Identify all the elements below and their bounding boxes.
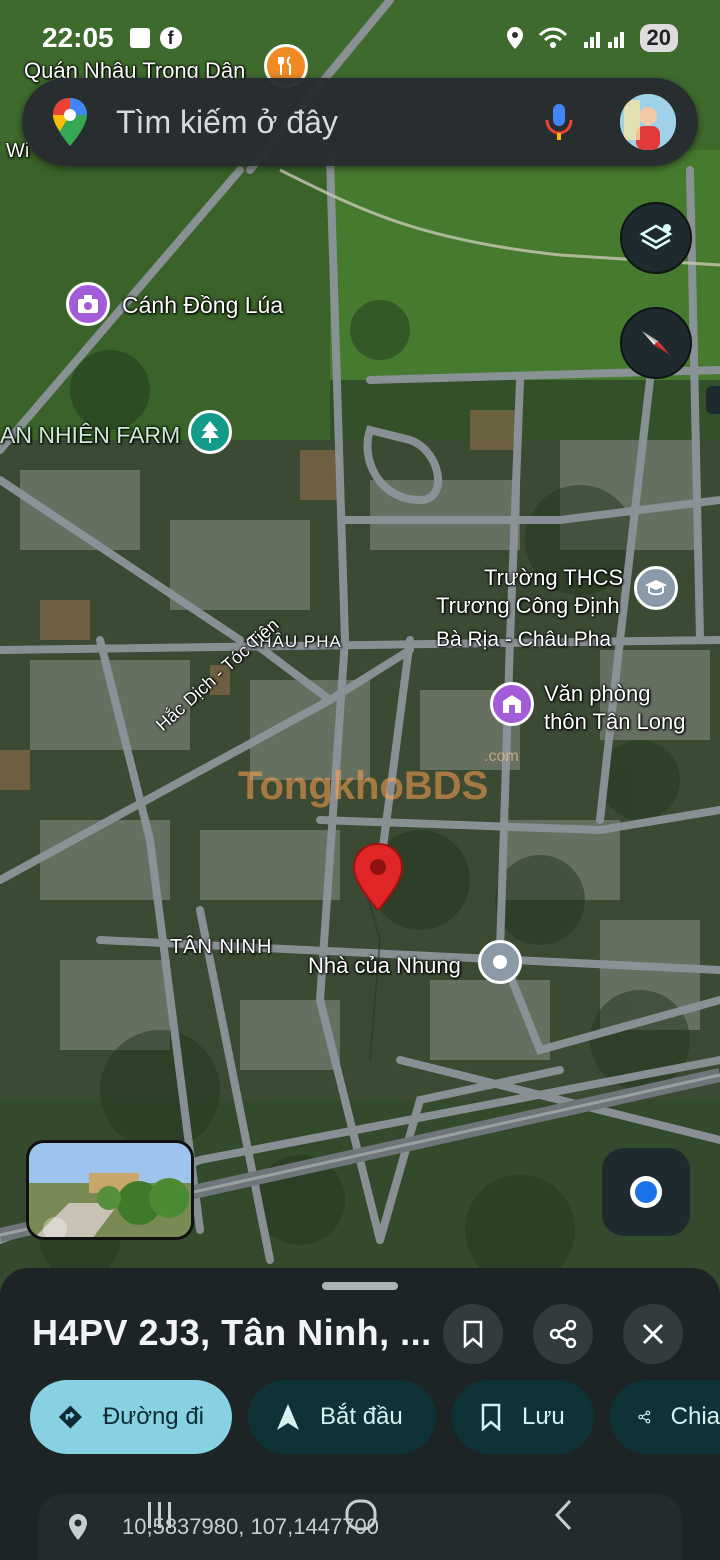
microphone-icon[interactable] (544, 102, 574, 142)
watermark-small-text: .com (484, 748, 519, 765)
share-place-button[interactable]: Chia (610, 1380, 720, 1454)
map-label-van-phong-line1[interactable]: Văn phòng (544, 681, 650, 707)
map-label-nha-cua-nhung[interactable]: Nhà của Nhung (308, 953, 461, 979)
my-location-icon (630, 1176, 662, 1208)
school-poi-icon[interactable] (634, 566, 678, 610)
map-label-ba-ria-chau-pha: Bà Rịa - Châu Pha (436, 628, 612, 651)
my-location-button[interactable] (602, 1148, 690, 1236)
save-label: Lưu (522, 1403, 565, 1430)
share-chip-icon (638, 1410, 651, 1424)
home-icon[interactable] (344, 1498, 378, 1532)
system-navigation-bar (0, 1494, 720, 1560)
saved-place-poi-icon[interactable] (478, 940, 522, 984)
directions-button[interactable]: Đường đi (30, 1380, 232, 1454)
location-pin-icon[interactable] (352, 842, 404, 912)
recent-apps-icon[interactable] (144, 1500, 176, 1530)
save-bookmark-icon (481, 1403, 501, 1431)
map-label-truong-line2[interactable]: Trương Công Định (436, 593, 620, 619)
battery-level: 20 (639, 24, 678, 52)
search-bar[interactable]: Tìm kiếm ở đây (22, 78, 698, 166)
map-label-tan-ninh: TÂN NINH (170, 936, 273, 958)
search-input[interactable]: Tìm kiếm ở đây (116, 104, 544, 141)
directions-icon (58, 1405, 82, 1429)
avatar[interactable] (620, 94, 676, 150)
place-title: H4PV 2J3, Tân Ninh, ... (32, 1312, 432, 1353)
directions-label: Đường đi (102, 1403, 204, 1430)
layers-icon (639, 224, 673, 250)
map-label-an-nhien-farm[interactable]: AN NHIÊN FARM (0, 422, 180, 449)
bookmark-button[interactable] (443, 1304, 503, 1364)
photo-spot-poi-icon[interactable] (66, 282, 110, 326)
compass-button[interactable] (620, 307, 692, 379)
signal-icon (583, 32, 624, 48)
facebook-icon: f (159, 27, 182, 49)
start-navigation-button[interactable]: Bắt đầu (248, 1380, 436, 1454)
office-poi-icon[interactable] (490, 682, 534, 726)
bookmark-icon (463, 1320, 483, 1348)
sheet-drag-handle[interactable] (322, 1282, 398, 1290)
map-label-truong-line1[interactable]: Trường THCS (484, 565, 623, 591)
share-label: Chia (670, 1403, 720, 1430)
share-button[interactable] (533, 1304, 593, 1364)
close-icon (642, 1323, 664, 1345)
watermark-text: TongkhoBDS (238, 764, 489, 808)
back-icon[interactable] (552, 1498, 576, 1532)
park-poi-icon[interactable] (188, 410, 232, 454)
layers-button[interactable] (620, 202, 692, 274)
start-label: Bắt đầu (320, 1403, 403, 1430)
map-label-wi: Wi (6, 140, 30, 162)
message-icon (129, 28, 150, 48)
compass-icon (642, 331, 670, 355)
wifi-icon (538, 27, 567, 48)
map-label-canh-dong-lua[interactable]: Cánh Đồng Lúa (122, 292, 283, 319)
close-button[interactable] (623, 1304, 683, 1364)
status-time: 22:05 (42, 22, 114, 53)
share-icon (549, 1320, 577, 1348)
side-panel-tab[interactable] (706, 386, 720, 414)
location-status-icon (506, 27, 523, 49)
navigation-arrow-icon (277, 1404, 299, 1430)
street-view-thumbnail[interactable] (26, 1140, 194, 1240)
google-maps-logo-icon (53, 98, 87, 146)
map-label-van-phong-line2[interactable]: thôn Tân Long (544, 709, 686, 735)
status-bar: 22:05 f 20 (0, 0, 720, 76)
save-place-button[interactable]: Lưu (452, 1380, 594, 1454)
